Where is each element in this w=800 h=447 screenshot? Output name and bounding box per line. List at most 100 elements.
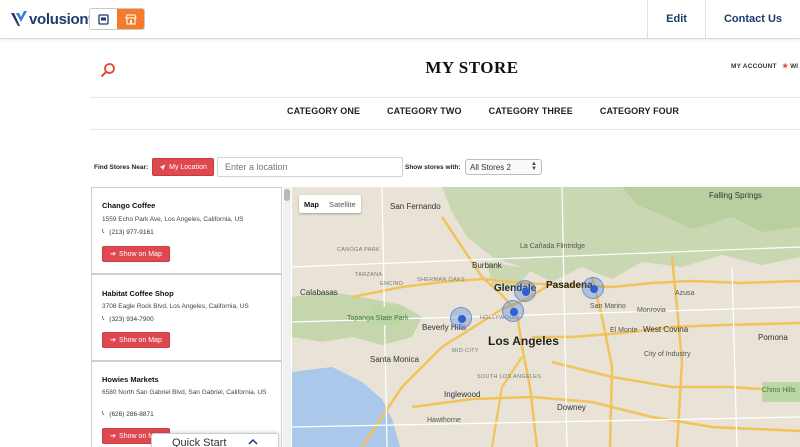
- select-caret-icon: ▲ ▼: [531, 161, 537, 172]
- map-label-la-canada: La Cañada Flintridge: [520, 243, 585, 250]
- map-label-san-fernando: San Fernando: [390, 202, 441, 211]
- map-label-monrovia: Monrovia: [637, 307, 666, 314]
- store-name: Habitat Coffee Shop: [102, 289, 174, 298]
- map-label-calabasas: Calabasas: [300, 288, 338, 297]
- phone-number: (323) 934-7900: [109, 315, 154, 323]
- store-list-scrollbar[interactable]: [283, 187, 291, 447]
- show-on-map-button[interactable]: ➔ Show on Map: [102, 246, 170, 262]
- phone-icon: 📞︎: [102, 410, 105, 417]
- store-marker[interactable]: [514, 280, 536, 302]
- location-arrow-icon: [159, 164, 166, 170]
- view-toggle: [89, 8, 145, 30]
- map-label-hawthorne: Hawthorne: [427, 417, 461, 424]
- marker-dot: [458, 315, 466, 323]
- storefront-icon: [124, 13, 137, 25]
- nav-category-four[interactable]: CATEGORY FOUR: [600, 106, 679, 122]
- map-label-tarzana: TARZANA: [355, 272, 383, 278]
- map-label-inglewood: Inglewood: [444, 390, 481, 399]
- store-marker[interactable]: [450, 307, 472, 329]
- arrow-right-icon: ➔: [110, 251, 117, 258]
- page-root: volusion® Edit Contact Us: [0, 0, 800, 447]
- marker-dot: [590, 285, 598, 293]
- store-phone: 📞︎ (626) 286-8871: [102, 410, 154, 418]
- arrow-right-icon: ➔: [110, 337, 117, 344]
- store-list[interactable]: Chango Coffee 1559 Echo Park Ave, Los An…: [91, 187, 282, 447]
- map-label-los-angeles: Los Angeles: [488, 334, 559, 348]
- my-location-label: My Location: [169, 163, 207, 171]
- desktop-view-button[interactable]: [90, 9, 117, 29]
- arrow-right-icon: ➔: [110, 433, 117, 440]
- map-label-sherman-oaks: SHERMAN OAKS: [417, 277, 465, 283]
- admin-bar: volusion® Edit Contact Us: [0, 0, 800, 39]
- store-phone: 📞︎ (323) 934-7900: [102, 315, 154, 323]
- store-address: 6580 North San Gabriel Blvd, San Gabriel…: [102, 389, 267, 396]
- store-title[interactable]: MY STORE: [0, 58, 800, 78]
- store-address: 3708 Eagle Rock Blvd, Los Angeles, Calif…: [102, 303, 249, 310]
- store-card: Chango Coffee 1559 Echo Park Ave, Los An…: [92, 188, 281, 275]
- phone-number: (213) 977-9161: [109, 228, 154, 236]
- find-stores-label: Find Stores Near:: [94, 164, 149, 171]
- map-label-south-la: SOUTH LOS ANGELES: [477, 374, 542, 380]
- category-nav: CATEGORY ONE CATEGORY TWO CATEGORY THREE…: [287, 106, 706, 122]
- show-on-map-button[interactable]: ➔ Show on Map: [102, 332, 170, 348]
- store-card: Habitat Coffee Shop 3708 Eagle Rock Blvd…: [92, 275, 281, 362]
- phone-icon: 📞︎: [102, 315, 105, 322]
- my-location-button[interactable]: My Location: [152, 158, 214, 176]
- volusion-v-icon: [11, 11, 27, 26]
- map-label-downey: Downey: [557, 403, 586, 412]
- phone-number: (626) 286-8871: [109, 410, 154, 418]
- map-label-canoga-park: CANOGA PARK: [337, 247, 380, 253]
- store-view-button[interactable]: [117, 9, 144, 29]
- quick-start-panel[interactable]: Quick Start: [151, 433, 279, 447]
- map-label-encino: ENCINO: [380, 281, 404, 287]
- wishlist-link[interactable]: ★ WI: [782, 62, 798, 70]
- map-label-falling-springs: Falling Springs: [709, 191, 762, 200]
- map-type-satellite-button[interactable]: Satellite: [324, 195, 361, 213]
- store-phone: 📞︎ (213) 977-9161: [102, 228, 154, 236]
- map-label-mid-city: MID-CITY: [452, 348, 479, 354]
- show-on-map-label: Show on Map: [119, 336, 162, 344]
- star-icon: ★: [782, 63, 789, 70]
- nav-category-two[interactable]: CATEGORY TWO: [387, 106, 462, 122]
- store-address: 1559 Echo Park Ave, Los Angeles, Califor…: [102, 216, 244, 223]
- contact-us-link[interactable]: Contact Us: [704, 0, 800, 38]
- marker-dot: [522, 288, 530, 296]
- store-marker[interactable]: [582, 277, 604, 299]
- map-label-chino-hills: Chino Hills: [762, 387, 796, 394]
- store-marker[interactable]: [502, 300, 524, 322]
- map-label-topanga: Topanga State Park: [347, 315, 409, 322]
- map-label-san-marino: San Marino: [590, 303, 626, 310]
- header-divider: [90, 97, 800, 98]
- map-label-azusa: Azusa: [675, 290, 695, 297]
- show-on-map-label: Show on Map: [119, 250, 162, 258]
- store-map[interactable]: San Fernando Falling Springs CANOGA PARK…: [292, 187, 800, 447]
- marker-dot: [510, 308, 518, 316]
- map-label-city-of-industry: City of Industry: [644, 351, 691, 358]
- map-type-map-button[interactable]: Map: [299, 195, 324, 213]
- chevron-up-icon: [248, 439, 258, 445]
- nav-divider: [90, 129, 800, 130]
- my-account-link[interactable]: MY ACCOUNT: [731, 63, 777, 70]
- nav-category-three[interactable]: CATEGORY THREE: [489, 106, 573, 122]
- quick-start-label: Quick Start: [172, 437, 227, 447]
- map-label-west-covina: West Covina: [643, 325, 689, 334]
- show-stores-label: Show stores with:: [405, 164, 461, 171]
- map-type-toggle: Map Satellite: [299, 195, 361, 213]
- store-name: Howies Markets: [102, 375, 159, 384]
- wishlist-label: WI: [790, 63, 799, 70]
- map-label-pomona: Pomona: [758, 333, 788, 342]
- edit-link[interactable]: Edit: [647, 0, 705, 38]
- scrollbar-thumb[interactable]: [284, 189, 290, 201]
- map-label-santa-monica: Santa Monica: [370, 355, 419, 364]
- map-label-burbank: Burbank: [472, 261, 502, 270]
- stores-filter-select[interactable]: All Stores 2 ▲ ▼: [465, 159, 542, 175]
- location-input[interactable]: [217, 157, 403, 177]
- brand-name: volusion: [29, 10, 89, 28]
- phone-icon: 📞︎: [102, 228, 105, 235]
- store-name: Chango Coffee: [102, 201, 156, 210]
- monitor-icon: [98, 13, 109, 25]
- stores-filter-value: All Stores 2: [470, 162, 511, 172]
- volusion-logo[interactable]: volusion®: [10, 9, 93, 29]
- admin-links: Edit Contact Us: [647, 0, 800, 38]
- nav-category-one[interactable]: CATEGORY ONE: [287, 106, 360, 122]
